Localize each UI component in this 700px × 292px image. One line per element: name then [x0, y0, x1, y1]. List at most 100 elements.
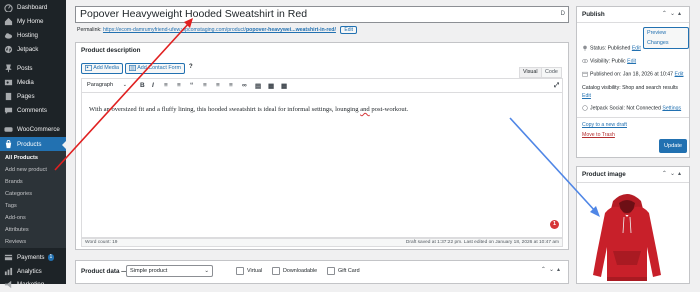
product-image-hoodie[interactable] — [591, 191, 663, 283]
editor-statusbar: Word count: 19 Draft saved at 1:37:22 pm… — [81, 238, 563, 247]
table-icon[interactable]: ▦ — [281, 82, 287, 90]
visibility-row: Visibility: Public Edit — [582, 58, 636, 64]
italic-icon[interactable]: I — [152, 82, 154, 89]
submenu-brands[interactable]: Brands — [5, 179, 23, 185]
bold-icon[interactable]: B — [140, 82, 145, 89]
copy-to-draft-link[interactable]: Copy to a new draft — [582, 122, 627, 128]
publish-panel-controls[interactable]: ⌃⌄▴ — [662, 10, 684, 17]
virtual-checkbox[interactable] — [236, 267, 244, 275]
word-count: Word count: 19 — [85, 240, 118, 245]
description-text-misspelled: and — [360, 106, 370, 113]
link-icon[interactable]: ∞ — [242, 82, 247, 89]
add-contact-form-button[interactable]: Add Contact Form — [125, 63, 185, 74]
published-on-text: Published on: Jan 18, 2026 at 10:47 — [590, 71, 674, 78]
menu-pages-label: Pages — [17, 93, 35, 100]
permalink-url[interactable]: https://ecom-damrumyfriend-ufew.wpcomsta… — [103, 27, 336, 33]
payments-badge: 1 — [47, 254, 55, 261]
virtual-label: Virtual — [247, 268, 263, 274]
gift-card-label: Gift Card — [338, 268, 360, 274]
move-to-trash-link[interactable]: Move to Trash — [582, 132, 615, 138]
permalink-edit-button[interactable]: Edit — [340, 26, 358, 34]
menu-posts-label: Posts — [17, 65, 33, 72]
status-edit-link[interactable]: Edit — [632, 45, 641, 51]
publish-title: Publish — [582, 11, 605, 18]
jetpack-icon — [4, 45, 13, 54]
numbered-list-icon[interactable]: ≡ — [177, 82, 181, 89]
align-center-icon[interactable]: ≡ — [216, 82, 220, 89]
submenu-add-new-product[interactable]: Add new product — [5, 167, 47, 173]
add-media-button[interactable]: Add Media — [81, 63, 123, 74]
product-data-panel-controls[interactable]: ⌃⌄▴ — [541, 266, 563, 273]
align-left-icon[interactable]: ≡ — [203, 82, 207, 89]
product-title-input[interactable]: Popover Heavyweight Hooded Sweatshirt in… — [75, 6, 569, 23]
published-on-row: Published on: Jan 18, 2026 at 10:47 Edit — [582, 71, 683, 77]
product-type-select[interactable]: Simple product ⌄ — [126, 265, 213, 277]
submenu-tags[interactable]: Tags — [5, 203, 17, 209]
menu-products-label: Products — [17, 141, 42, 148]
menu-pages[interactable]: Pages — [0, 89, 66, 104]
visibility-edit-link[interactable]: Edit — [627, 58, 636, 64]
products-icon — [5, 140, 12, 149]
status-row: Status: Published Edit — [582, 45, 641, 51]
chevron-down-icon: ⌄ — [122, 82, 127, 88]
align-right-icon[interactable]: ≡ — [229, 82, 233, 89]
submenu-reviews[interactable]: Reviews — [5, 239, 26, 245]
more-tag-icon[interactable]: ▤ — [255, 82, 261, 90]
permalink-url-mid: ufew.wpcomstaging.com/product/ — [169, 27, 246, 33]
menu-hosting-label: Hosting — [17, 32, 38, 39]
current-menu-indicator — [62, 141, 66, 149]
jetpack-icon — [582, 105, 588, 111]
fullscreen-icon[interactable]: ⤢ — [554, 82, 559, 90]
menu-media[interactable]: Media — [0, 75, 66, 90]
product-image-title: Product image — [582, 171, 626, 178]
catalog-visibility-edit-link[interactable]: Edit — [582, 93, 591, 99]
menu-jetpack[interactable]: Jetpack — [0, 42, 66, 57]
tab-visual[interactable]: Visual — [519, 67, 542, 78]
gift-card-checkbox[interactable] — [327, 267, 335, 275]
downloadable-checkbox[interactable] — [272, 267, 280, 275]
preview-changes-button[interactable]: Preview Changes — [643, 27, 689, 49]
notification-badge[interactable]: 1 — [550, 220, 559, 229]
menu-payments[interactable]: Payments 1 — [0, 250, 66, 265]
dashboard-icon — [4, 4, 13, 12]
submenu-categories[interactable]: Categories — [5, 191, 32, 197]
chevron-down-icon: ⌄ — [204, 268, 209, 274]
menu-woocommerce[interactable]: WooCommerce — [0, 122, 66, 137]
menu-marketing-label: Marketing — [17, 281, 45, 288]
product-image-panel-controls[interactable]: ⌃⌄▴ — [662, 170, 684, 177]
update-button[interactable]: Update — [659, 139, 687, 153]
description-editor[interactable]: With an oversized fit and a fluffy linin… — [81, 92, 563, 238]
submenu-all-products[interactable]: All Products — [5, 155, 38, 161]
add-media-label: Add Media — [93, 65, 119, 71]
media-icon — [4, 79, 13, 86]
product-type-value: Simple product — [130, 268, 168, 274]
permalink-row: Permalink: https://ecom-damrumyfriend-uf… — [77, 26, 358, 34]
product-description-title: Product description — [81, 47, 141, 54]
menu-dashboard[interactable]: Dashboard — [0, 0, 66, 15]
calendar-icon — [582, 71, 588, 77]
menu-products[interactable]: Products — [0, 137, 66, 152]
menu-jetpack-label: Jetpack — [17, 46, 39, 53]
jetpack-settings-link[interactable]: Settings — [662, 105, 681, 111]
pages-icon — [5, 92, 12, 101]
home-icon — [4, 17, 13, 26]
visibility-text: Visibility: Public — [590, 58, 626, 65]
pin-icon — [5, 64, 12, 73]
menu-hosting[interactable]: Hosting — [0, 28, 66, 43]
menu-dashboard-label: Dashboard — [17, 4, 48, 11]
submenu-add-ons[interactable]: Add-ons — [5, 215, 26, 221]
format-select[interactable]: Paragraph ⌄ — [84, 81, 130, 91]
submenu-attributes[interactable]: Attributes — [5, 227, 29, 233]
divider — [577, 182, 689, 183]
menu-marketing[interactable]: Marketing — [0, 277, 66, 292]
toolbar-toggle-icon[interactable]: ▦ — [268, 82, 274, 90]
tab-code[interactable]: Code — [541, 67, 562, 78]
menu-comments[interactable]: Comments — [0, 103, 66, 118]
menu-posts[interactable]: Posts — [0, 61, 66, 76]
help-icon[interactable]: ? — [189, 64, 193, 70]
menu-my-home[interactable]: My Home — [0, 14, 66, 29]
bullet-list-icon[interactable]: ≡ — [164, 82, 168, 89]
published-on-edit-link[interactable]: Edit — [675, 71, 684, 77]
payments-icon — [4, 254, 13, 261]
blockquote-icon[interactable]: “ — [190, 82, 193, 89]
